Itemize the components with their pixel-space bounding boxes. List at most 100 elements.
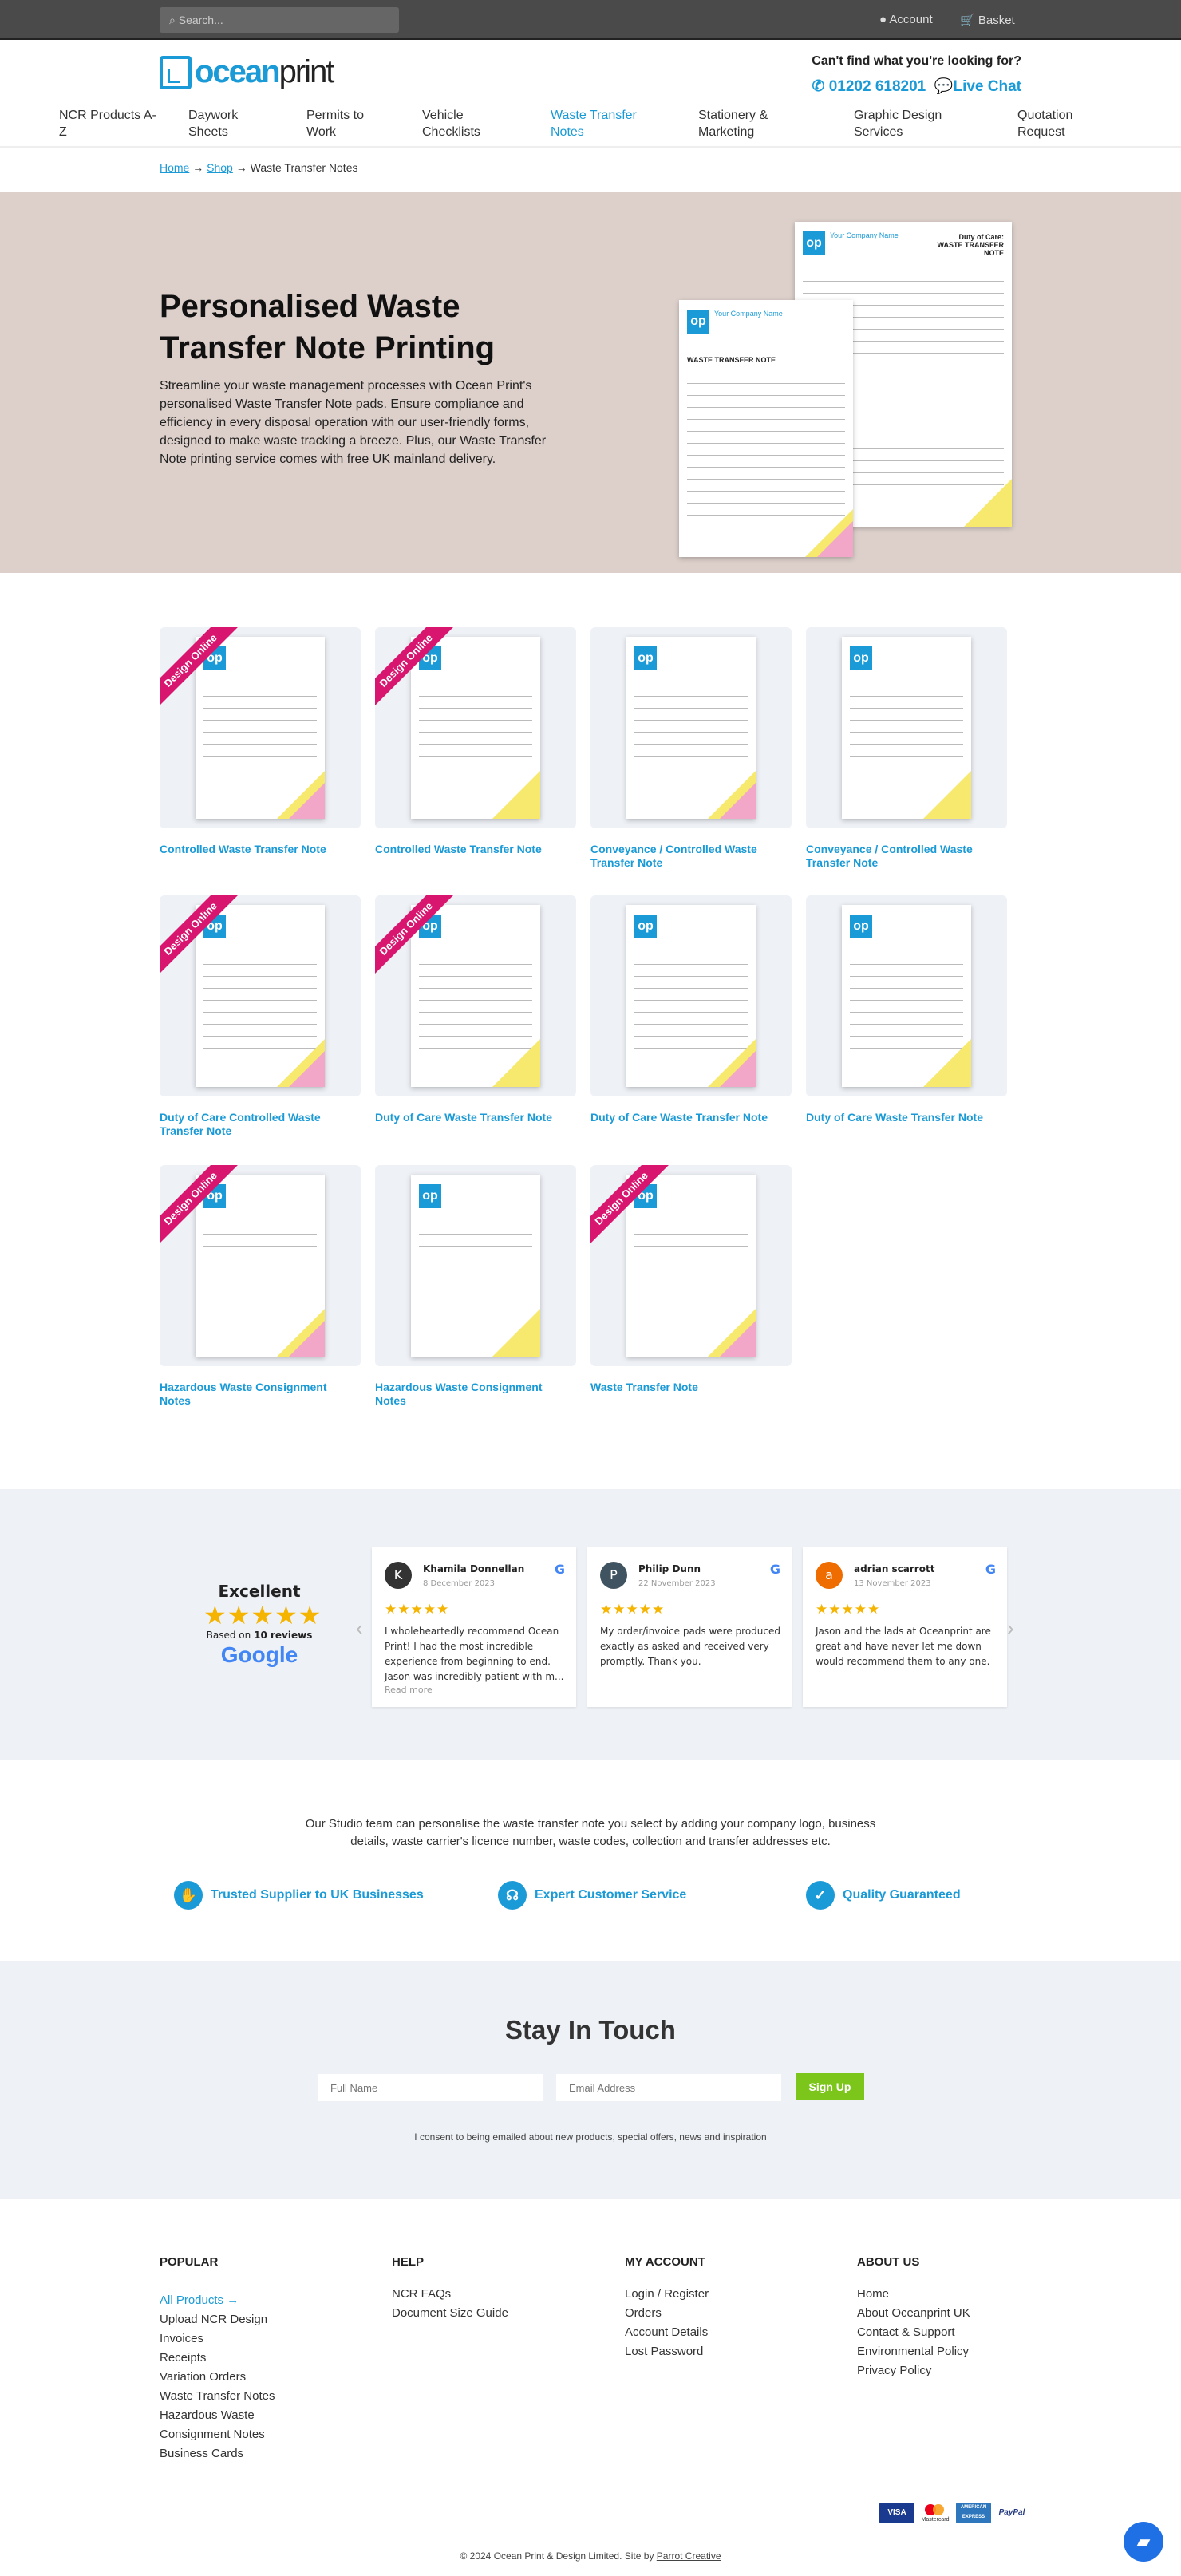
help-contact: Can't find what you're looking for? ✆ 01… (812, 54, 1021, 96)
footer-link[interactable]: Invoices (160, 2329, 295, 2349)
feature-label: Expert Customer Service (535, 1888, 687, 1902)
reviews-prev-button[interactable]: ‹ (356, 1616, 363, 1641)
product-card[interactable]: Design Online op Hazardous Waste Consignme… (160, 1165, 361, 1408)
breadcrumb: Home → Shop → Waste Transfer Notes (160, 161, 357, 174)
review-card: a adrian scarrott 13 November 2023 G ★★★★★ Ja… (803, 1547, 1007, 1707)
top-bar: ⌕ Search... ● Account 🛒 Basket (0, 0, 1181, 40)
product-card[interactable]: Design Online op Duty of Care Controlled W… (160, 895, 361, 1138)
product-title[interactable]: Controlled Waste Transfer Note (160, 843, 361, 856)
phone-link[interactable]: ✆ 01202 618201 (812, 78, 926, 95)
product-image[interactable]: Design Online op (160, 1165, 361, 1366)
product-card[interactable]: Design Online op Controlled Waste Transfer… (375, 627, 576, 856)
product-title[interactable]: Duty of Care Waste Transfer Note (806, 1111, 1007, 1124)
mastercard-label: Mastercard (921, 2517, 950, 2523)
nav-daywork-sheets[interactable]: Daywork Sheets (188, 107, 260, 140)
footer-link[interactable]: Lost Password (625, 2342, 709, 2361)
search-input[interactable]: ⌕ Search... (160, 7, 399, 33)
sign-up-button[interactable]: Sign Up (796, 2073, 864, 2100)
product-title[interactable]: Duty of Care Controlled Waste Transfer N… (160, 1111, 361, 1138)
footer-link[interactable]: Receipts (160, 2349, 295, 2368)
basket-link[interactable]: 🛒 Basket (960, 13, 1015, 27)
product-image[interactable]: op (590, 627, 792, 828)
product-card[interactable]: op Conveyance / Controlled Waste Transfer… (590, 627, 792, 870)
product-title[interactable]: Duty of Care Waste Transfer Note (375, 1111, 576, 1124)
live-chat-link[interactable]: 💬Live Chat (934, 78, 1021, 95)
footer-link[interactable]: Contact & Support (857, 2323, 970, 2342)
product-card[interactable]: Design Online op Duty of Care Waste Transf… (375, 895, 576, 1124)
arrow-right-icon: → (227, 2294, 239, 2307)
product-image[interactable]: op (806, 895, 1007, 1096)
product-title[interactable]: Conveyance / Controlled Waste Transfer N… (806, 843, 1007, 870)
account-link[interactable]: ● Account (879, 13, 933, 26)
logo[interactable]: oceanprint (160, 54, 334, 90)
live-chat-label: Live Chat (953, 78, 1021, 95)
read-more-link[interactable]: Read more (385, 1685, 433, 1695)
review-card: K Khamila Donnellan 8 December 2023 G ★★★★★ I… (372, 1547, 576, 1707)
footer-help: HELP NCR FAQs Document Size Guide (392, 2255, 508, 2323)
google-icon: G (554, 1562, 565, 1577)
form-preview: op (196, 905, 325, 1087)
product-image[interactable]: op (806, 627, 1007, 828)
nav-quotation-request[interactable]: Quotation Request (1017, 107, 1089, 140)
footer-link[interactable]: Privacy Policy (857, 2361, 970, 2380)
rating-summary: Excellent ★★★★★ Based on 10 reviews Goog… (203, 1582, 321, 1668)
product-title[interactable]: Hazardous Waste Consignment Notes (160, 1381, 361, 1408)
reviews-next-button[interactable]: › (1007, 1616, 1014, 1641)
nav-permits-to-work[interactable]: Permits to Work (306, 107, 378, 140)
form-preview: op (411, 637, 540, 819)
credit-link[interactable]: Parrot Creative (657, 2550, 721, 2562)
product-image[interactable]: op (590, 895, 792, 1096)
product-image[interactable]: Design Online op (590, 1165, 792, 1366)
full-name-input[interactable] (318, 2074, 543, 2101)
logo-text-ocean: ocean (195, 54, 281, 89)
footer-about: ABOUT US Home About Oceanprint UK Contact &… (857, 2255, 970, 2380)
email-input[interactable] (556, 2074, 781, 2101)
nav-vehicle-checklists[interactable]: Vehicle Checklists (422, 107, 494, 140)
product-card[interactable]: op Duty of Care Waste Transfer Note (806, 895, 1007, 1124)
google-icon: G (769, 1562, 780, 1577)
product-card[interactable]: Design Online op Waste Transfer Note (590, 1165, 792, 1394)
breadcrumb-shop[interactable]: Shop (207, 161, 233, 174)
footer-link[interactable]: Account Details (625, 2323, 709, 2342)
mastercard-icon: Mastercard (918, 2503, 953, 2523)
footer-link[interactable]: Document Size Guide (392, 2304, 508, 2323)
product-title[interactable]: Duty of Care Waste Transfer Note (590, 1111, 792, 1124)
nav-ncr-products[interactable]: NCR Products A-Z (59, 107, 163, 140)
product-card[interactable]: op Conveyance / Controlled Waste Transfer… (806, 627, 1007, 870)
nav-stationery-marketing[interactable]: Stationery & Marketing (698, 107, 794, 140)
footer-link[interactable]: Upload NCR Design (160, 2310, 295, 2329)
footer-link[interactable]: Login / Register (625, 2285, 709, 2304)
product-image[interactable]: Design Online op (160, 627, 361, 828)
nav-graphic-design[interactable]: Graphic Design Services (854, 107, 966, 140)
product-image[interactable]: Design Online op (160, 895, 361, 1096)
product-title[interactable]: Controlled Waste Transfer Note (375, 843, 576, 856)
badge-check-icon: ✓ (806, 1881, 835, 1910)
product-card[interactable]: Design Online op Controlled Waste Transfer… (160, 627, 361, 856)
chat-widget-button[interactable]: ▰ (1124, 2522, 1163, 2562)
all-products-link[interactable]: All Products (160, 2294, 223, 2307)
footer-link[interactable]: About Oceanprint UK (857, 2304, 970, 2323)
product-image[interactable]: Design Online op (375, 895, 576, 1096)
footer-link[interactable]: Variation Orders (160, 2368, 295, 2387)
hero-form-image-front: op Your Company Name WASTE TRANSFER NOTE (679, 300, 853, 557)
product-title[interactable]: Hazardous Waste Consignment Notes (375, 1381, 576, 1408)
footer-link[interactable]: Orders (625, 2304, 709, 2323)
product-card[interactable]: op Duty of Care Waste Transfer Note (590, 895, 792, 1124)
phone-icon: ✆ (812, 78, 825, 95)
help-question: Can't find what you're looking for? (812, 54, 1021, 68)
footer-link[interactable]: Environmental Policy (857, 2342, 970, 2361)
product-image[interactable]: op (375, 1165, 576, 1366)
footer-link[interactable]: NCR FAQs (392, 2285, 508, 2304)
review-text: My order/invoice pads were produced exac… (600, 1626, 780, 1667)
breadcrumb-home[interactable]: Home (160, 161, 189, 174)
product-image[interactable]: Design Online op (375, 627, 576, 828)
footer-link[interactable]: Home (857, 2285, 970, 2304)
product-title[interactable]: Waste Transfer Note (590, 1381, 792, 1394)
footer-link[interactable]: Waste Transfer Notes (160, 2387, 295, 2406)
footer-link[interactable]: Hazardous Waste Consignment Notes (160, 2406, 295, 2444)
product-card[interactable]: op Hazardous Waste Consignment Notes (375, 1165, 576, 1408)
nav-waste-transfer-notes[interactable]: Waste Transfer Notes (551, 107, 646, 140)
handshake-icon: ✋ (174, 1881, 203, 1910)
footer-link[interactable]: Business Cards (160, 2444, 295, 2463)
product-title[interactable]: Conveyance / Controlled Waste Transfer N… (590, 843, 792, 870)
